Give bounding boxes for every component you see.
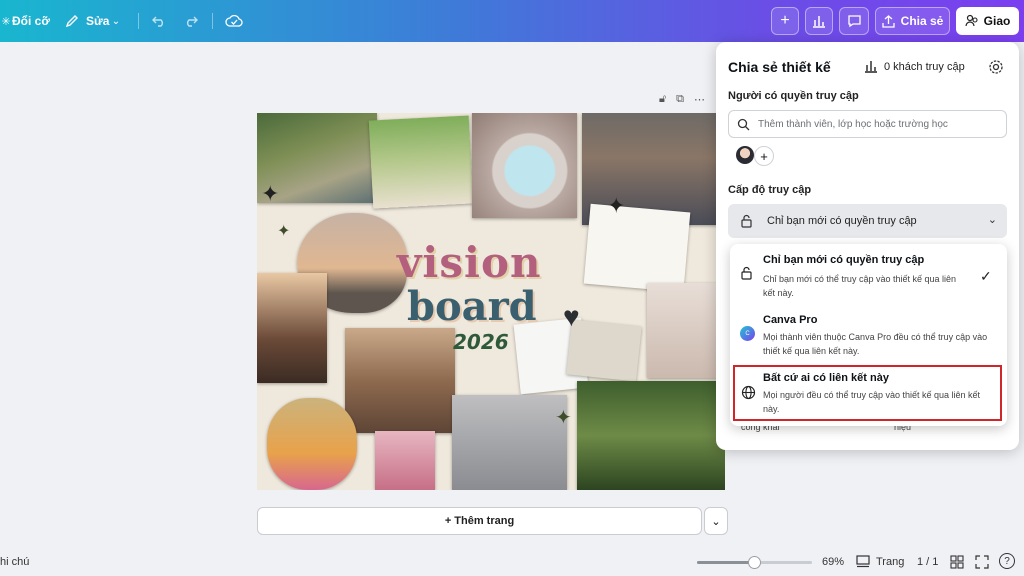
more-icon[interactable]: ⋯	[694, 93, 705, 107]
star-icon: ✦	[607, 193, 626, 218]
yoga-photo	[345, 328, 455, 433]
lock-icon[interactable]: 🔓︎	[659, 93, 666, 107]
edit-button[interactable]: Sửa	[86, 14, 109, 28]
resize-icon: ✳	[1, 15, 11, 28]
plane-window-photo	[472, 113, 577, 218]
girl-gift-photo	[267, 398, 357, 490]
lock-icon	[741, 266, 752, 280]
share-button[interactable]: Chia sẻ	[875, 7, 950, 35]
star-icon: ✦	[555, 407, 572, 429]
zoom-slider[interactable]	[697, 556, 812, 569]
undo-icon[interactable]	[150, 12, 168, 30]
board-title-line1: vision	[397, 238, 542, 287]
pencil-icon	[64, 12, 80, 30]
flowers-photo	[375, 431, 435, 490]
share-label: Chia sẻ	[900, 14, 944, 28]
zoom-level[interactable]: 69%	[822, 556, 844, 568]
notes-button[interactable]: hi chú	[0, 556, 29, 568]
upload-icon	[882, 14, 895, 28]
phone-grass-photo	[577, 381, 725, 490]
member-search-input[interactable]: Thêm thành viên, lớp học hoặc trường học	[728, 110, 1007, 138]
present-label: Giao	[983, 14, 1011, 28]
pages-icon	[856, 555, 870, 568]
top-toolbar: ✳ Đổi cỡ Sửa ⌄ + Chia sẻ Giao	[0, 0, 1024, 42]
page-count: 1 / 1	[917, 556, 939, 568]
heart-icon: ♥	[563, 301, 580, 332]
people-icon	[965, 14, 978, 27]
help-icon[interactable]: ?	[999, 553, 1015, 569]
redo-icon[interactable]	[182, 12, 200, 30]
option-anyone-with-link[interactable]: Bất cứ ai có liên kết này Mọi người đều …	[733, 365, 1002, 421]
family-photo	[368, 115, 474, 209]
option-desc: Chỉ bạn mới có thể truy cập vào thiết kế…	[763, 274, 957, 298]
divider	[138, 13, 139, 29]
option-only-me[interactable]: Chỉ bạn mới có quyền truy cập Chỉ bạn mớ…	[730, 248, 1007, 306]
zoom-slider-thumb[interactable]	[748, 556, 761, 569]
add-icon[interactable]: +	[771, 7, 799, 35]
pages-label: Trang	[876, 555, 905, 568]
canva-icon: C	[740, 326, 755, 341]
drawing-photo	[647, 283, 725, 378]
fullscreen-icon[interactable]	[975, 555, 989, 569]
design-canvas[interactable]: ✦ ✦ ✦ ✦ vision board 2026 ♥	[257, 113, 725, 490]
access-level-dropdown: Chỉ bạn mới có quyền truy cập Chỉ bạn mớ…	[730, 244, 1007, 426]
add-person-icon[interactable]: +	[754, 146, 774, 166]
copy-icon[interactable]: ⧉	[676, 93, 684, 107]
access-level-select[interactable]: Chỉ bạn mới có quyền truy cập ⌄	[728, 204, 1007, 238]
option-desc: Mọi người đều có thể truy cập vào thiết …	[763, 390, 981, 414]
access-people-label: Người có quyền truy cập	[728, 90, 859, 102]
chevron-down-icon[interactable]: ⌄	[110, 13, 122, 29]
pagoda-photo	[257, 273, 327, 383]
grid-view-icon[interactable]	[950, 555, 964, 569]
search-icon	[737, 118, 750, 130]
pages-button[interactable]: Trang	[856, 555, 904, 568]
avatar[interactable]	[736, 146, 754, 164]
star-icon: ✦	[261, 181, 280, 206]
document-photo	[583, 203, 691, 293]
globe-icon	[741, 385, 756, 400]
chevron-down-icon: ⌄	[987, 214, 997, 226]
option-title: Canva Pro	[763, 314, 818, 326]
laptop-photo	[452, 395, 567, 490]
option-title: Chỉ bạn mới có quyền truy cập	[763, 254, 925, 266]
resize-button[interactable]: Đổi cỡ	[12, 14, 50, 28]
check-icon: ✓	[980, 268, 992, 284]
canvas-actions: 🔓︎ ⧉ ⋯	[659, 93, 719, 107]
star-icon: ✦	[277, 223, 291, 240]
search-placeholder: Thêm thành viên, lớp học hoặc trường học	[758, 118, 948, 130]
add-page-button[interactable]: + Thêm trang	[257, 507, 702, 535]
option-desc: Mọi thành viên thuộc Canva Pro đều có th…	[763, 332, 988, 356]
board-title-line2: board	[407, 283, 537, 330]
visitors-stat[interactable]: 0 khách truy cập	[864, 60, 965, 73]
access-level-label: Cấp độ truy cập	[728, 184, 812, 196]
cloud-saved-icon[interactable]	[224, 12, 244, 30]
lock-icon	[741, 214, 752, 228]
divider	[212, 13, 213, 29]
insights-icon	[865, 61, 877, 73]
add-page-chevron-icon[interactable]: ⌄	[704, 507, 728, 535]
present-button[interactable]: Giao	[956, 7, 1019, 35]
current-access-value: Chỉ bạn mới có quyền truy cập	[767, 215, 917, 227]
zoom-slider-fill	[697, 561, 754, 564]
insights-icon[interactable]	[805, 7, 833, 35]
panel-title: Chia sẻ thiết kế	[728, 59, 831, 75]
comment-icon[interactable]	[839, 7, 869, 35]
option-title: Bất cứ ai có liên kết này	[763, 372, 889, 384]
settings-gear-icon[interactable]	[986, 57, 1006, 77]
board-year: 2026	[453, 330, 509, 354]
option-canva-pro[interactable]: C Canva Pro Mọi thành viên thuộc Canva P…	[730, 308, 1007, 364]
visitors-count: 0 khách truy cập	[884, 60, 965, 73]
